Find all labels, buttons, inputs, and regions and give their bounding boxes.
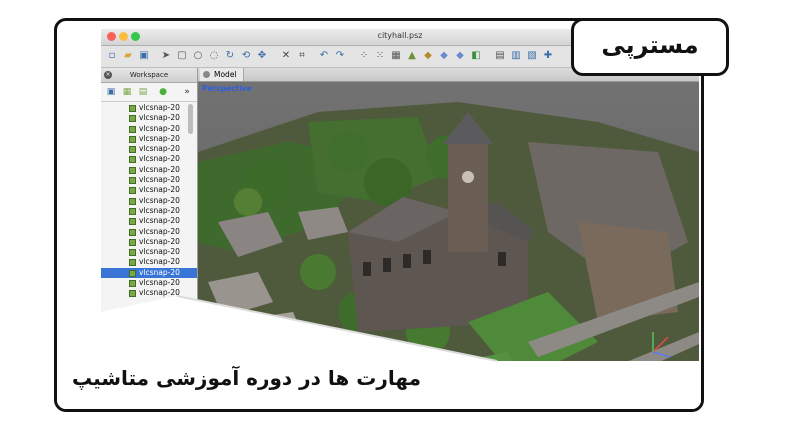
brand-logo: مسترپی [571, 18, 729, 76]
logo-text: مسترپی [601, 31, 699, 59]
image-frame: cityhall.psz ▫ ▰ ▣ ➤ ▢ ○ ◌ ↻ ⟲ ✥ ✕ ⌗ ↶ ↷… [54, 18, 704, 412]
decorative-overlay [57, 295, 701, 409]
caption-title: مهارت ها در دوره آموزشی متاشیپ [72, 366, 421, 390]
